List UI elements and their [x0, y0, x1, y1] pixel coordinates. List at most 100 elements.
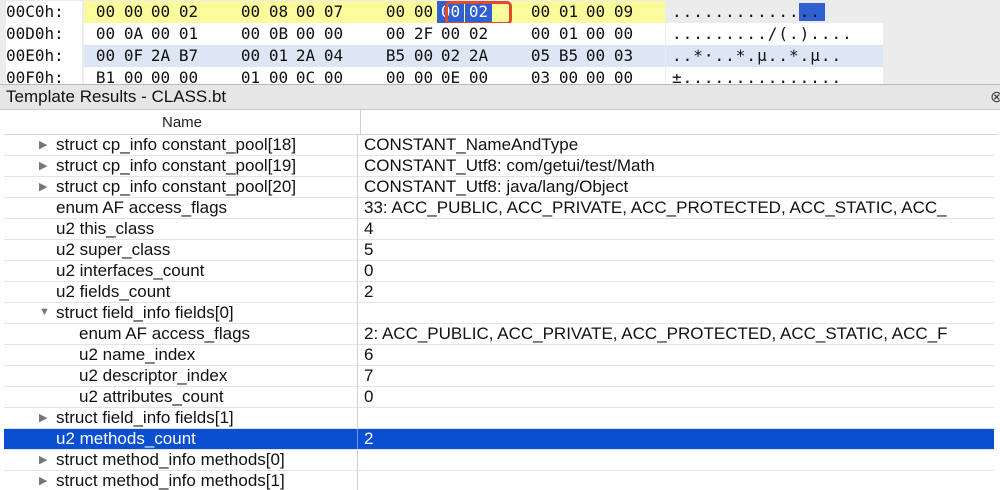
hex-byte[interactable]: 00 — [527, 1, 554, 23]
tree-row[interactable]: ▶ struct cp_info constant_pool[20] CONSTAN… — [4, 177, 994, 198]
hex-byte[interactable]: 00 — [437, 23, 464, 45]
tree-row-value-cell[interactable]: 2 — [361, 282, 994, 302]
tree-row-value-cell[interactable]: 6 — [361, 345, 994, 365]
tree-row[interactable]: u2 interfaces_count 0 — [4, 261, 994, 282]
hex-byte[interactable]: 01 — [555, 1, 582, 23]
tree-row-value-cell[interactable]: 4 — [361, 219, 994, 239]
tree-row-name-cell[interactable]: u2 descriptor_index — [4, 366, 358, 386]
hex-byte[interactable]: B1 — [92, 67, 119, 84]
template-results-tree[interactable]: ▶ struct cp_info constant_pool[18] CONSTAN… — [4, 135, 996, 490]
hex-ascii[interactable]: ..*·..*.µ..*.µ.. — [666, 45, 883, 67]
tree-row[interactable]: u2 super_class 5 — [4, 240, 994, 261]
tree-row[interactable]: ▼ struct field_info fields[0] — [4, 303, 994, 324]
hex-byte[interactable]: 00 — [465, 67, 492, 84]
hex-byte[interactable]: 00 — [382, 1, 409, 23]
tree-row-name-cell[interactable]: ▶ struct cp_info constant_pool[20] — [4, 177, 358, 197]
tree-row-name-cell[interactable]: u2 attributes_count — [4, 387, 358, 407]
hex-byte[interactable]: 08 — [265, 1, 292, 23]
hex-byte[interactable]: 00 — [292, 23, 319, 45]
hex-byte[interactable]: 00 — [147, 67, 174, 84]
tree-row-name-cell[interactable]: ▶ struct method_info methods[0] — [4, 450, 358, 470]
hex-byte[interactable]: 02 — [175, 1, 202, 23]
tree-row[interactable]: ▶ struct method_info methods[0] — [4, 450, 994, 471]
tree-row-name-cell[interactable]: u2 fields_count — [4, 282, 358, 302]
hex-ascii[interactable]: ±............... — [666, 67, 883, 84]
hex-byte[interactable]: 00 — [382, 67, 409, 84]
collapsed-triangle-icon[interactable]: ▶ — [39, 474, 47, 487]
hex-byte[interactable]: B5 — [555, 45, 582, 67]
tree-row-value-cell[interactable]: CONSTANT_NameAndType — [361, 135, 994, 155]
tree-row-name-cell[interactable]: u2 this_class — [4, 219, 358, 239]
hex-byte[interactable]: 00 — [147, 1, 174, 23]
tree-row-value-cell[interactable]: 33: ACC_PUBLIC, ACC_PRIVATE, ACC_PROTECT… — [361, 198, 994, 218]
tree-row[interactable]: enum AF access_flags 33: ACC_PUBLIC, ACC_… — [4, 198, 994, 219]
hex-byte[interactable]: 00 — [92, 23, 119, 45]
tree-row-name-cell[interactable]: ▶ struct cp_info constant_pool[18] — [4, 135, 358, 155]
hex-byte[interactable]: 00 — [175, 67, 202, 84]
tree-row-value-cell[interactable] — [361, 450, 994, 470]
hex-byte[interactable]: 00 — [92, 1, 119, 23]
tree-row[interactable]: u2 fields_count 2 — [4, 282, 994, 303]
hex-byte[interactable]: 0E — [437, 67, 464, 84]
close-icon[interactable]: ⊗ — [990, 87, 1000, 107]
hex-byte[interactable]: 00 — [410, 1, 437, 23]
hex-byte[interactable]: 02 — [465, 23, 492, 45]
hex-byte[interactable]: 0A — [120, 23, 147, 45]
hex-byte[interactable]: B7 — [175, 45, 202, 67]
hex-byte[interactable]: 2A — [292, 45, 319, 67]
hex-byte[interactable]: 00 — [320, 67, 347, 84]
hex-byte[interactable]: 09 — [610, 1, 637, 23]
column-divider[interactable] — [360, 110, 361, 134]
tree-row-value-cell[interactable]: 5 — [361, 240, 994, 260]
hex-byte[interactable]: 2A — [465, 45, 492, 67]
hex-byte[interactable]: 0B — [265, 23, 292, 45]
tree-row-value-cell[interactable]: 2 — [361, 429, 994, 449]
hex-byte[interactable]: 2F — [410, 23, 437, 45]
hex-byte[interactable]: 00 — [92, 45, 119, 67]
tree-row-name-cell[interactable]: ▼ struct field_info fields[0] — [4, 303, 358, 323]
tree-row-value-cell[interactable]: 2: ACC_PUBLIC, ACC_PRIVATE, ACC_PROTECTE… — [361, 324, 994, 344]
tree-row-value-cell[interactable]: 7 — [361, 366, 994, 386]
hex-row[interactable]: 00C0h: 00 00 00 02 00 08 00 07 00 00 00 02 00 01 00 09..… — [0, 1, 1000, 25]
hex-byte[interactable]: 00 — [582, 23, 609, 45]
hex-byte[interactable]: 00 — [120, 67, 147, 84]
hex-byte[interactable]: 00 — [265, 67, 292, 84]
hex-byte[interactable]: 01 — [237, 67, 264, 84]
tree-row-name-cell[interactable]: ▶ struct method_info methods[1] — [4, 471, 358, 490]
hex-byte[interactable]: 00 — [527, 23, 554, 45]
collapsed-triangle-icon[interactable]: ▶ — [39, 138, 47, 151]
tree-row[interactable]: ▶ struct cp_info constant_pool[18] CONSTAN… — [4, 135, 994, 156]
hex-byte[interactable]: 01 — [265, 45, 292, 67]
hex-byte[interactable]: 00 — [237, 23, 264, 45]
tree-row-value-cell[interactable] — [361, 408, 994, 428]
tree-row-value-cell[interactable] — [361, 471, 994, 490]
collapsed-triangle-icon[interactable]: ▶ — [39, 180, 47, 193]
tree-row-name-cell[interactable]: u2 super_class — [4, 240, 358, 260]
tree-row[interactable]: ▶ struct field_info fields[1] — [4, 408, 994, 429]
hex-byte[interactable]: 00 — [237, 1, 264, 23]
tree-row-value-cell[interactable]: CONSTANT_Utf8: com/getui/test/Math — [361, 156, 994, 176]
tree-row-name-cell[interactable]: u2 interfaces_count — [4, 261, 358, 281]
hex-byte[interactable]: 01 — [555, 23, 582, 45]
hex-byte[interactable]: 00 — [147, 23, 174, 45]
hex-byte[interactable]: 00 — [292, 1, 319, 23]
hex-byte[interactable]: 00 — [237, 45, 264, 67]
hex-byte[interactable]: 00 — [410, 45, 437, 67]
tree-row-name-cell[interactable]: u2 name_index — [4, 345, 358, 365]
tree-row-name-cell[interactable]: u2 methods_count — [4, 429, 358, 449]
hex-byte[interactable]: 00 — [120, 1, 147, 23]
tree-row[interactable]: ▶ struct cp_info constant_pool[19] CONSTAN… — [4, 156, 994, 177]
collapsed-triangle-icon[interactable]: ▶ — [39, 159, 47, 172]
hex-byte[interactable]: 02 — [437, 45, 464, 67]
tree-row-value-cell[interactable]: 0 — [361, 387, 994, 407]
tree-row[interactable]: u2 methods_count 2 — [4, 429, 994, 450]
tree-row[interactable]: ▶ struct method_info methods[1] — [4, 471, 994, 490]
hex-byte[interactable]: 00 — [410, 67, 437, 84]
hex-byte[interactable]: 00 — [382, 23, 409, 45]
tree-row-value-cell[interactable]: CONSTANT_Utf8: java/lang/Object — [361, 177, 994, 197]
tree-row[interactable]: u2 descriptor_index 7 — [4, 366, 994, 387]
collapsed-triangle-icon[interactable]: ▶ — [39, 411, 47, 424]
tree-row[interactable]: enum AF access_flags 2: ACC_PUBLIC, ACC_P… — [4, 324, 994, 345]
hex-editor-pane[interactable]: 00C0h: 00 00 00 02 00 08 00 07 00 00 00 02 00 01 00 09..… — [0, 0, 1000, 84]
hex-byte[interactable]: 07 — [320, 1, 347, 23]
